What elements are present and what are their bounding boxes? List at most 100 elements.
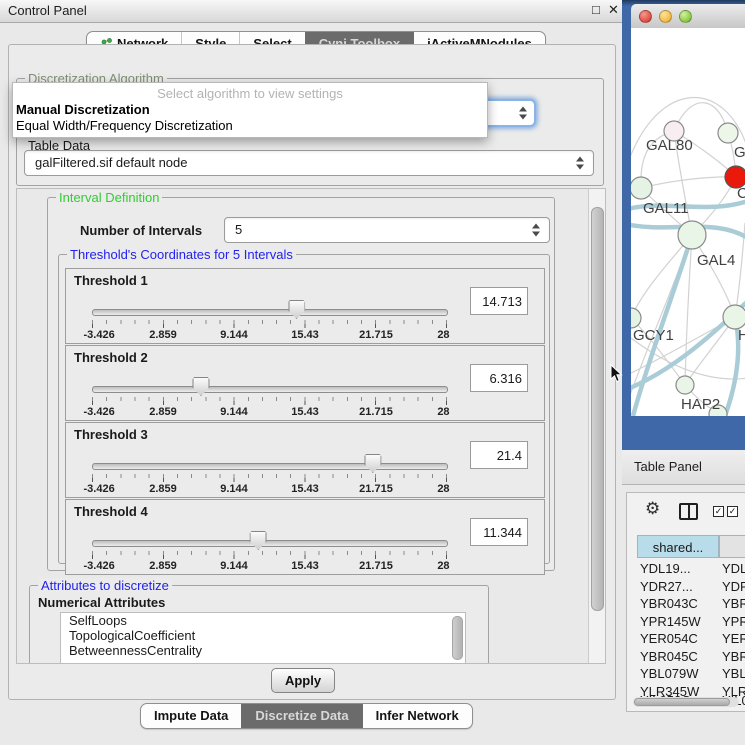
threshold-4-panel: Threshold 4 -3.426 2.859 9.144 15.43 21.… — [65, 499, 545, 575]
combo-stepper-icon[interactable] — [519, 107, 527, 120]
node-partial-top[interactable] — [718, 123, 738, 143]
cell: YBL079W — [640, 665, 699, 683]
table-data-combobox[interactable]: galFiltered.sif default node — [24, 150, 594, 176]
scale-label: 28 — [437, 406, 449, 418]
list-item[interactable]: SelfLoops — [61, 613, 465, 628]
slider-track[interactable] — [92, 386, 448, 393]
scale-label: 2.859 — [149, 483, 177, 495]
slider-scale: -3.426 2.859 9.144 15.43 21.715 28 — [92, 329, 447, 341]
checkbox-icon[interactable]: ✓ — [727, 506, 738, 517]
table-horizontal-scrollbar-thumb[interactable] — [634, 698, 730, 706]
float-window-icon[interactable]: □ — [592, 2, 600, 17]
number-of-intervals-value: 5 — [235, 218, 242, 242]
slider-thumb[interactable] — [192, 377, 209, 396]
zoom-traffic-light[interactable] — [679, 10, 692, 23]
table-row[interactable]: YBR043CYBR0 — [627, 595, 745, 613]
cell: YBR043C — [640, 595, 698, 613]
cell: YDL19... — [640, 560, 691, 578]
slider-thumb[interactable] — [288, 300, 305, 319]
algorithm-dropdown-popup: Select algorithm to view settings Manual… — [12, 82, 488, 138]
apply-button[interactable]: Apply — [271, 668, 335, 693]
slider-track[interactable] — [92, 463, 448, 470]
node-gcy1[interactable] — [631, 308, 641, 328]
threshold-3-slider[interactable]: -3.426 2.859 9.144 15.43 21.715 28 — [90, 453, 448, 495]
node-label: GAL4 — [697, 252, 735, 269]
combo-stepper-icon[interactable] — [576, 157, 584, 170]
cell: YDR27... — [640, 578, 693, 596]
numerical-attributes-list[interactable]: SelfLoops TopologicalCoefficient Between… — [60, 612, 466, 664]
threshold-4-slider[interactable]: -3.426 2.859 9.144 15.43 21.715 28 — [90, 530, 448, 572]
cell: YPR145W — [640, 613, 701, 631]
attributes-title: Attributes to discretize — [38, 578, 172, 593]
slider-track[interactable] — [92, 540, 448, 547]
combo-stepper-icon[interactable] — [532, 224, 540, 237]
slider-thumb[interactable] — [364, 454, 381, 473]
list-scrollbar[interactable] — [452, 616, 463, 660]
scale-label: 15.43 — [291, 406, 319, 418]
column-header-name[interactable]: n — [719, 535, 745, 558]
settings-scrollbar[interactable] — [588, 189, 605, 663]
node-h[interactable] — [723, 305, 745, 329]
threshold-1-panel: Threshold 1 -3.426 2.859 9.144 15.43 21.… — [65, 268, 545, 344]
node-gal11[interactable] — [631, 177, 652, 199]
node-hap2[interactable] — [676, 376, 694, 394]
menu-item-equal-width-frequency[interactable]: Equal Width/Frequency Discretization — [16, 118, 233, 133]
threshold-1-value-input[interactable]: 14.713 — [470, 287, 528, 315]
threshold-2-panel: Threshold 2 -3.426 2.859 9.144 15.43 21.… — [65, 345, 545, 421]
table-row[interactable]: YDL19...YDL1 — [627, 560, 745, 578]
tab-discretize-data[interactable]: Discretize Data — [241, 704, 361, 728]
gear-icon[interactable]: ⚙ — [645, 499, 660, 519]
scale-label: 2.859 — [149, 329, 177, 341]
cell: YER054C — [640, 630, 698, 648]
cell: YBL0 — [722, 665, 745, 683]
threshold-3-value-input[interactable]: 21.4 — [470, 441, 528, 469]
table-row[interactable]: YBR045CYBR0 — [627, 648, 745, 666]
slider-thumb[interactable] — [250, 531, 267, 550]
list-item[interactable]: BetweennessCentrality — [61, 643, 465, 658]
table-row[interactable]: YPR145WYPR1 — [627, 613, 745, 631]
close-icon[interactable]: ✕ — [608, 2, 619, 18]
cell: YBR0 — [722, 648, 745, 666]
threshold-1-label: Threshold 1 — [74, 273, 148, 288]
table-row[interactable]: YER054CYER0 — [627, 630, 745, 648]
threshold-4-value-input[interactable]: 11.344 — [470, 518, 528, 546]
slider-track[interactable] — [92, 309, 448, 316]
checkbox-icon[interactable]: ✓ — [713, 506, 724, 517]
tab-label: Impute Data — [154, 704, 228, 728]
bottom-tabbar: Impute Data Discretize Data Infer Networ… — [140, 703, 473, 729]
tab-impute-data[interactable]: Impute Data — [141, 704, 241, 728]
number-of-intervals-combobox[interactable]: 5 — [224, 217, 550, 243]
network-window-titlebar[interactable] — [631, 4, 745, 29]
scale-label: 28 — [437, 483, 449, 495]
algorithm-placeholder: Select algorithm to view settings — [13, 86, 487, 101]
threshold-3-panel: Threshold 3 -3.426 2.859 9.144 15.43 21.… — [65, 422, 545, 498]
table-panel-header: Table Panel — [622, 450, 745, 485]
table-row[interactable]: YBL079W YBL0 — [627, 665, 745, 683]
node-gal4[interactable] — [678, 221, 706, 249]
scale-label: 28 — [437, 329, 449, 341]
table-horizontal-scrollbar[interactable] — [633, 697, 739, 707]
tab-infer-network[interactable]: Infer Network — [362, 704, 472, 728]
numerical-attributes-label: Numerical Attributes — [38, 595, 165, 610]
scale-label: 2.859 — [149, 560, 177, 572]
settings-scrollbar-thumb[interactable] — [591, 207, 604, 611]
attributes-group: Attributes to discretize Numerical Attri… — [29, 585, 489, 664]
threshold-1-slider[interactable]: -3.426 2.859 9.144 15.43 21.715 28 — [90, 299, 448, 341]
split-columns-icon[interactable] — [679, 503, 698, 520]
scale-label: 21.715 — [359, 329, 393, 341]
close-traffic-light[interactable] — [639, 10, 652, 23]
network-canvas[interactable]: GAL80 GA C GAL11 GAL4 GCY1 H HAP2 — [631, 28, 745, 416]
control-panel: Control Panel □ ✕ Network Style Select C… — [0, 0, 622, 745]
node-label: GAL80 — [646, 137, 693, 154]
slider-scale: -3.426 2.859 9.144 15.43 21.715 28 — [92, 406, 447, 418]
column-header-shared-name[interactable]: shared... — [637, 535, 719, 558]
table-row[interactable]: YDR27...YDR2 — [627, 578, 745, 596]
threshold-2-slider[interactable]: -3.426 2.859 9.144 15.43 21.715 28 — [90, 376, 448, 418]
list-item[interactable]: TopologicalCoefficient — [61, 628, 465, 643]
tab-label: Discretize Data — [255, 704, 348, 728]
minimize-traffic-light[interactable] — [659, 10, 672, 23]
scale-label: 21.715 — [359, 560, 393, 572]
menu-item-manual-discretization[interactable]: Manual Discretization — [16, 102, 150, 117]
threshold-2-value-input[interactable]: 6.316 — [470, 364, 528, 392]
node-label: H — [738, 327, 745, 344]
